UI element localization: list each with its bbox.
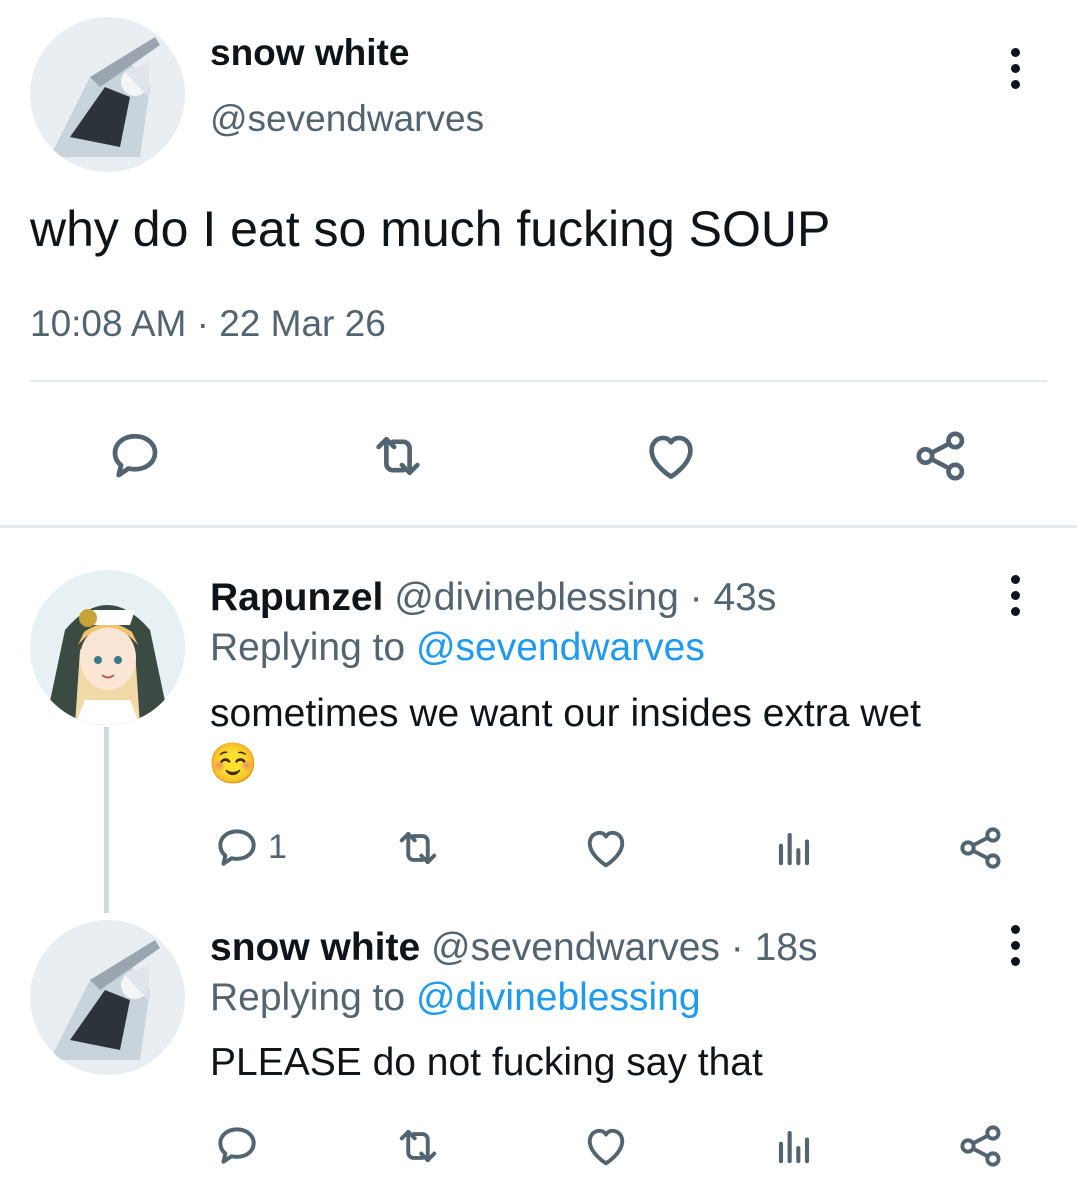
share-button[interactable] xyxy=(955,1120,1007,1172)
tweet-timestamp[interactable]: 10:08 AM · 22 Mar 26 xyxy=(30,303,386,345)
replying-to: Replying to @divineblessing xyxy=(210,976,701,1020)
replying-to-link[interactable]: @sevendwarves xyxy=(416,626,705,669)
replying-to: Replying to @sevendwarves xyxy=(210,626,705,670)
reply-time[interactable]: 18s xyxy=(755,926,818,969)
tweet-text: why do I eat so much fucking SOUP xyxy=(30,201,831,257)
reply-time[interactable]: 43s xyxy=(713,576,776,619)
avatar-main[interactable] xyxy=(30,17,185,172)
reply-text: PLEASE do not fucking say that xyxy=(210,1041,763,1084)
smiling-face-emoji: ☺️ xyxy=(208,742,258,786)
reply-text: sometimes we want our insides extra wet xyxy=(210,692,921,735)
analytics-button[interactable] xyxy=(768,822,820,874)
reply-author-name[interactable]: Rapunzel xyxy=(210,576,383,619)
share-button[interactable] xyxy=(955,822,1007,874)
replying-to-prefix: Replying to xyxy=(210,626,416,669)
more-options-icon[interactable] xyxy=(995,38,1035,98)
reply-icon xyxy=(218,1127,256,1164)
replying-to-link[interactable]: @divineblessing xyxy=(416,976,701,1019)
analytics-icon xyxy=(778,832,810,866)
share-icon xyxy=(960,1125,1001,1167)
avatar-reply-1[interactable] xyxy=(30,570,185,725)
avatar-reply-2[interactable] xyxy=(30,920,185,1075)
author-handle[interactable]: @sevendwarves xyxy=(210,98,484,140)
more-options-icon[interactable] xyxy=(995,915,1035,975)
share-icon xyxy=(960,827,1001,869)
reply-author-name[interactable]: snow white xyxy=(210,926,420,969)
thread-line xyxy=(104,727,109,913)
reply-count: 1 xyxy=(268,827,287,866)
reply-button[interactable] xyxy=(105,425,165,485)
reply-button[interactable]: 1 xyxy=(212,822,287,872)
retweet-button[interactable] xyxy=(367,425,429,487)
analytics-button[interactable] xyxy=(768,1120,820,1172)
reply-icon xyxy=(112,433,158,478)
share-icon xyxy=(916,431,965,481)
reply-author-handle[interactable]: @divineblessing xyxy=(394,576,679,619)
retweet-icon xyxy=(399,1129,437,1163)
reply-button[interactable] xyxy=(212,1120,262,1170)
author-name[interactable]: snow white xyxy=(210,32,409,74)
section-divider xyxy=(0,525,1077,528)
like-button[interactable] xyxy=(580,1120,632,1172)
retweet-button[interactable] xyxy=(392,822,444,874)
reply-header: snow white @sevendwarves · 18s xyxy=(210,926,817,970)
divider xyxy=(30,380,1047,382)
reply-author-handle[interactable]: @sevendwarves xyxy=(431,926,720,969)
time-separator: · xyxy=(678,576,714,619)
reply-icon xyxy=(218,829,256,866)
share-button[interactable] xyxy=(910,425,972,487)
retweet-button[interactable] xyxy=(392,1120,444,1172)
reply-header: Rapunzel @divineblessing · 43s xyxy=(210,576,776,620)
more-options-icon[interactable] xyxy=(995,565,1035,625)
replying-to-prefix: Replying to xyxy=(210,976,416,1019)
heart-icon xyxy=(587,1128,625,1166)
heart-icon xyxy=(587,830,625,868)
like-button[interactable] xyxy=(640,425,702,487)
heart-icon xyxy=(649,435,693,479)
time-separator: · xyxy=(719,926,755,969)
like-button[interactable] xyxy=(580,822,632,874)
analytics-icon xyxy=(778,1130,810,1164)
retweet-icon xyxy=(376,436,420,476)
retweet-icon xyxy=(399,831,437,865)
